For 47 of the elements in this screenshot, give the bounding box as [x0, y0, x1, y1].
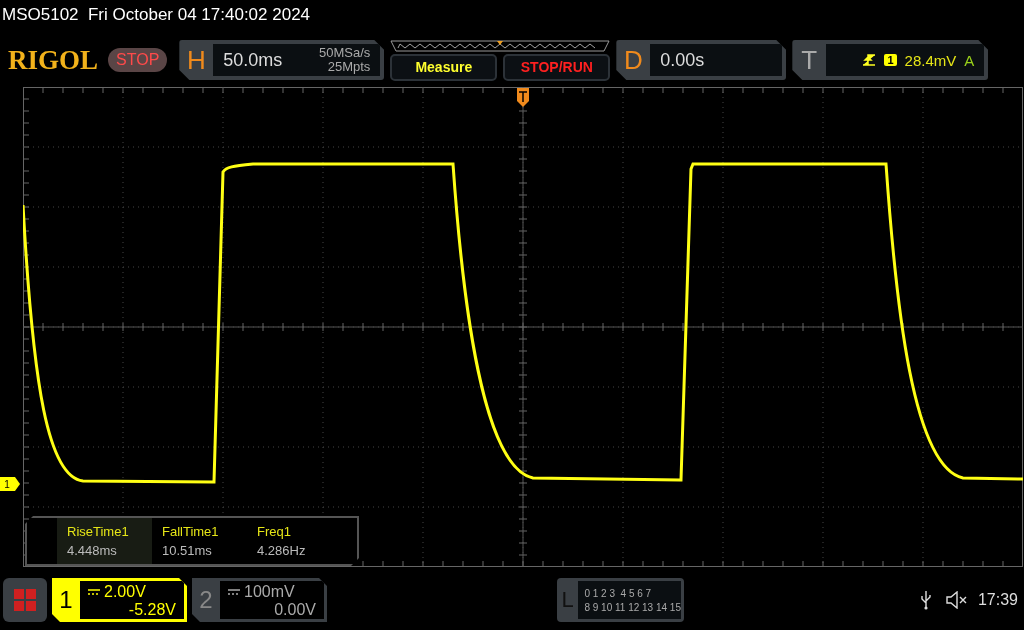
delay-label: D — [622, 43, 644, 77]
trigger-panel[interactable]: T 1 28.4mV A — [792, 40, 989, 80]
dc-coupling-icon — [228, 589, 240, 595]
grid-icon — [14, 589, 36, 611]
measurement-name: Freq1 — [257, 524, 292, 539]
muted-speaker-icon — [944, 591, 969, 609]
trigger-level: 28.4mV — [904, 51, 957, 69]
timebase-scale: 50.0ms — [223, 49, 283, 71]
channel-panel[interactable]: 1 2.00V -5.28V — [52, 578, 187, 622]
horizontal-panel[interactable]: H 50.0ms 50MSa/s 25Mpts — [179, 40, 385, 80]
trigger-mode: A — [964, 51, 975, 69]
instrument-title: MSO5102 Fri October 04 17:40:02 2024 — [1, 4, 312, 26]
clock-time: 17:39 — [977, 591, 1018, 609]
channel-offset-marker[interactable]: 1 — [0, 477, 20, 491]
dc-coupling-icon — [88, 589, 100, 595]
trigger-position-icon — [517, 88, 529, 107]
acquisition-info: 50MSa/s 25Mpts — [319, 46, 371, 74]
measurement-value: 4.286Hz — [257, 543, 307, 558]
delay-panel[interactable]: D 0.00s — [616, 40, 787, 80]
measurement-value: 10.51ms — [162, 543, 213, 558]
measurement-name: RiseTime1 — [67, 524, 130, 539]
logic-channel-numbers: 0 1 2 3 4 5 6 7 — [584, 587, 653, 599]
channel-number: 1 — [58, 585, 74, 615]
waveform-overview-icon — [390, 39, 611, 52]
horizontal-label: H — [185, 43, 207, 77]
measurement-value: 4.448ms — [67, 543, 118, 558]
logic-channel-numbers: 8 9 10 11 12 13 14 15 — [584, 601, 681, 613]
usb-icon — [919, 590, 932, 610]
channel-panel[interactable]: 2 100mV 0.00V — [192, 578, 327, 622]
measurement-item[interactable]: FallTime1 10.51ms — [152, 518, 247, 564]
measurement-name: FallTime1 — [162, 524, 220, 539]
channel-number: 2 — [198, 585, 214, 615]
measure-button[interactable]: Measure — [390, 53, 498, 81]
delay-value: 0.00s — [660, 49, 705, 71]
channel-offset: -5.28V — [128, 601, 176, 619]
channel-offset: 0.00V — [274, 601, 316, 619]
channel-scale: 100mV — [244, 583, 295, 601]
trigger-source-badge: 1 — [884, 54, 897, 66]
menu-button[interactable] — [3, 578, 47, 622]
run-state-indicator: STOP — [108, 48, 168, 72]
brand-logo: RIGOL — [8, 44, 99, 76]
stop-run-button[interactable]: STOP/RUN — [503, 53, 611, 81]
rising-edge-icon — [862, 53, 877, 67]
measurement-item[interactable]: RiseTime1 4.448ms — [57, 518, 152, 564]
trigger-label: T — [800, 43, 819, 77]
measurement-item[interactable]: Freq1 4.286Hz — [247, 518, 342, 564]
channel-scale: 2.00V — [104, 583, 146, 601]
